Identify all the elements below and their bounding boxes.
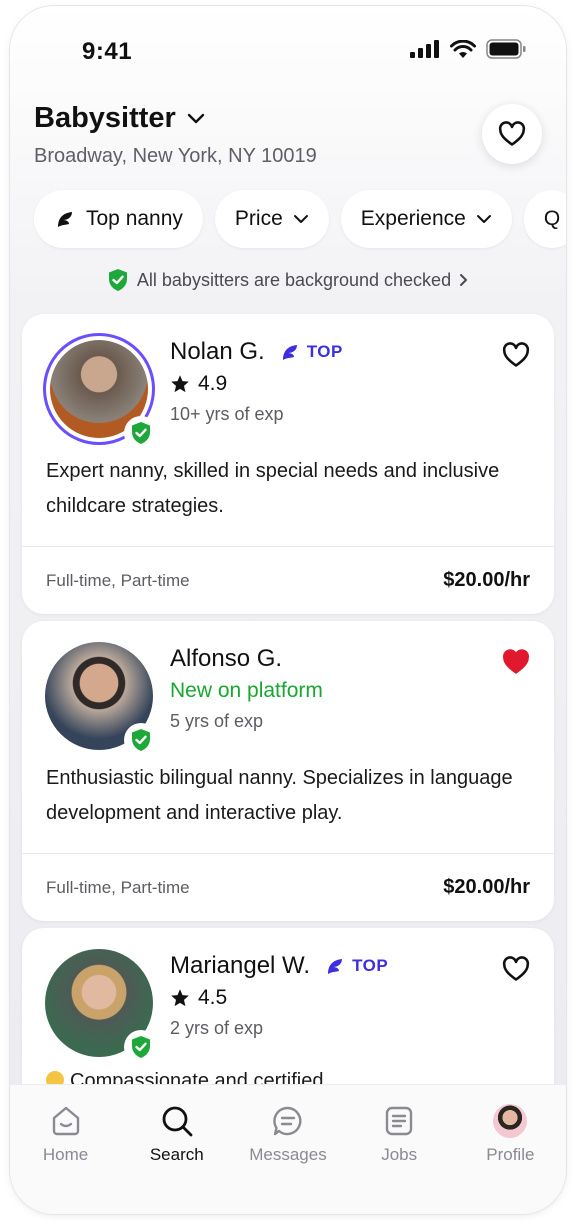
top-nanny-icon: [328, 959, 343, 974]
bottom-tab-bar: Home Search Messages Jobs Profile: [10, 1084, 566, 1214]
status-bar: 9:41: [10, 6, 566, 96]
status-time: 9:41: [82, 38, 133, 65]
verified-badge: [124, 1030, 158, 1064]
star-icon: [171, 989, 189, 1007]
tab-label: Jobs: [381, 1145, 418, 1164]
experience: 10+ yrs of exp: [170, 404, 284, 424]
filter-label: Experience: [360, 207, 466, 230]
filter-more[interactable]: Q: [523, 190, 566, 248]
rating: 4.5: [170, 986, 388, 1010]
sitter-name: Nolan G.: [170, 338, 265, 365]
tab-label: Messages: [249, 1145, 327, 1164]
verified-shield-icon: [132, 729, 150, 751]
category-title: Babysitter: [34, 102, 176, 134]
top-nanny-icon: [58, 212, 72, 227]
filter-label: Q: [543, 207, 561, 230]
availability: Full-time, Part-time: [46, 877, 190, 897]
verified-shield-icon: [132, 422, 150, 444]
messages-icon: [273, 1106, 302, 1136]
sitter-card[interactable]: Nolan G. TOP 4.9 10+ yrs of exp Expert n…: [22, 314, 554, 614]
sitter-name: Mariangel W.: [170, 952, 311, 979]
rating: 4.9: [170, 372, 343, 396]
filter-price[interactable]: Price: [214, 190, 329, 248]
search-icon: [162, 1106, 193, 1137]
phone-screen: 9:41 Babysitter Broadway, New York, NY 1…: [10, 6, 566, 1214]
chevron-down-icon: [187, 113, 205, 123]
filter-label: Price: [234, 207, 283, 230]
tab-profile[interactable]: Profile: [460, 1103, 560, 1214]
heart-outline-icon: [498, 121, 526, 146]
rating-value: 4.9: [198, 372, 228, 395]
top-label: TOP: [352, 956, 389, 975]
tab-label: Search: [149, 1145, 204, 1164]
top-badge: TOP: [324, 956, 388, 976]
top-nanny-icon: [282, 345, 297, 360]
tab-home[interactable]: Home: [16, 1103, 116, 1214]
battery-icon: [486, 39, 526, 59]
tab-label: Home: [42, 1145, 89, 1164]
rating-value: 4.5: [198, 986, 228, 1009]
hourly-rate: $20.00/hr: [443, 876, 530, 898]
verified-shield-icon: [132, 1036, 150, 1058]
hourly-rate: $20.00/hr: [443, 569, 530, 591]
sitter-description: Expert nanny, skilled in special needs a…: [46, 460, 500, 517]
tab-messages[interactable]: Messages: [238, 1103, 338, 1214]
favorite-button[interactable]: [502, 649, 530, 680]
favorite-button[interactable]: [502, 342, 530, 373]
card-footer: Full-time, Part-time $20.00/hr: [22, 853, 554, 921]
profile-avatar: [493, 1104, 528, 1138]
filter-experience[interactable]: Experience: [340, 190, 512, 248]
availability: Full-time, Part-time: [46, 570, 190, 590]
status-icons: [410, 39, 526, 59]
location-text[interactable]: Broadway, New York, NY 10019: [34, 145, 542, 168]
avatar: [45, 949, 158, 1064]
chevron-right-icon: [460, 274, 468, 286]
favorite-button[interactable]: [502, 956, 530, 987]
sitter-description: Enthusiastic bilingual nanny. Specialize…: [46, 767, 513, 824]
heart-outline-icon: [502, 342, 530, 367]
category-selector[interactable]: Babysitter: [34, 102, 542, 135]
star-icon: [171, 375, 189, 393]
wifi-icon: [450, 39, 476, 58]
tab-label: Profile: [486, 1145, 535, 1164]
signal-icon: [410, 40, 439, 58]
verified-badge: [124, 723, 158, 757]
chevron-down-icon: [293, 215, 308, 223]
background-check-notice[interactable]: All babysitters are background checked: [10, 268, 566, 292]
header: Babysitter Broadway, New York, NY 10019: [34, 102, 542, 182]
experience: 2 yrs of exp: [170, 1018, 264, 1038]
heart-outline-icon: [502, 956, 530, 981]
notice-text: All babysitters are background checked: [136, 269, 452, 290]
sitter-card[interactable]: Alfonso G. New on platform 5 yrs of exp …: [22, 621, 554, 921]
filter-top-nanny[interactable]: Top nanny: [34, 190, 203, 248]
tab-search[interactable]: Search: [127, 1103, 227, 1214]
favorites-button[interactable]: [482, 104, 542, 164]
avatar: [43, 333, 158, 450]
top-badge: TOP: [279, 342, 343, 362]
sitter-name: Alfonso G.: [170, 645, 283, 672]
card-footer: Full-time, Part-time $20.00/hr: [22, 546, 554, 614]
new-on-platform-label: New on platform: [170, 679, 323, 702]
home-icon: [52, 1106, 79, 1136]
experience: 5 yrs of exp: [170, 711, 264, 731]
top-label: TOP: [306, 342, 343, 361]
avatar: [45, 642, 158, 757]
filter-chips: Top nanny Price Experience Q: [34, 190, 566, 248]
filter-label: Top nanny: [86, 207, 183, 230]
jobs-icon: [385, 1106, 413, 1136]
verified-badge: [124, 416, 158, 450]
tab-jobs[interactable]: Jobs: [349, 1103, 449, 1214]
chevron-down-icon: [476, 215, 491, 223]
heart-filled-icon: [503, 649, 529, 674]
verified-shield-icon: [108, 269, 127, 291]
